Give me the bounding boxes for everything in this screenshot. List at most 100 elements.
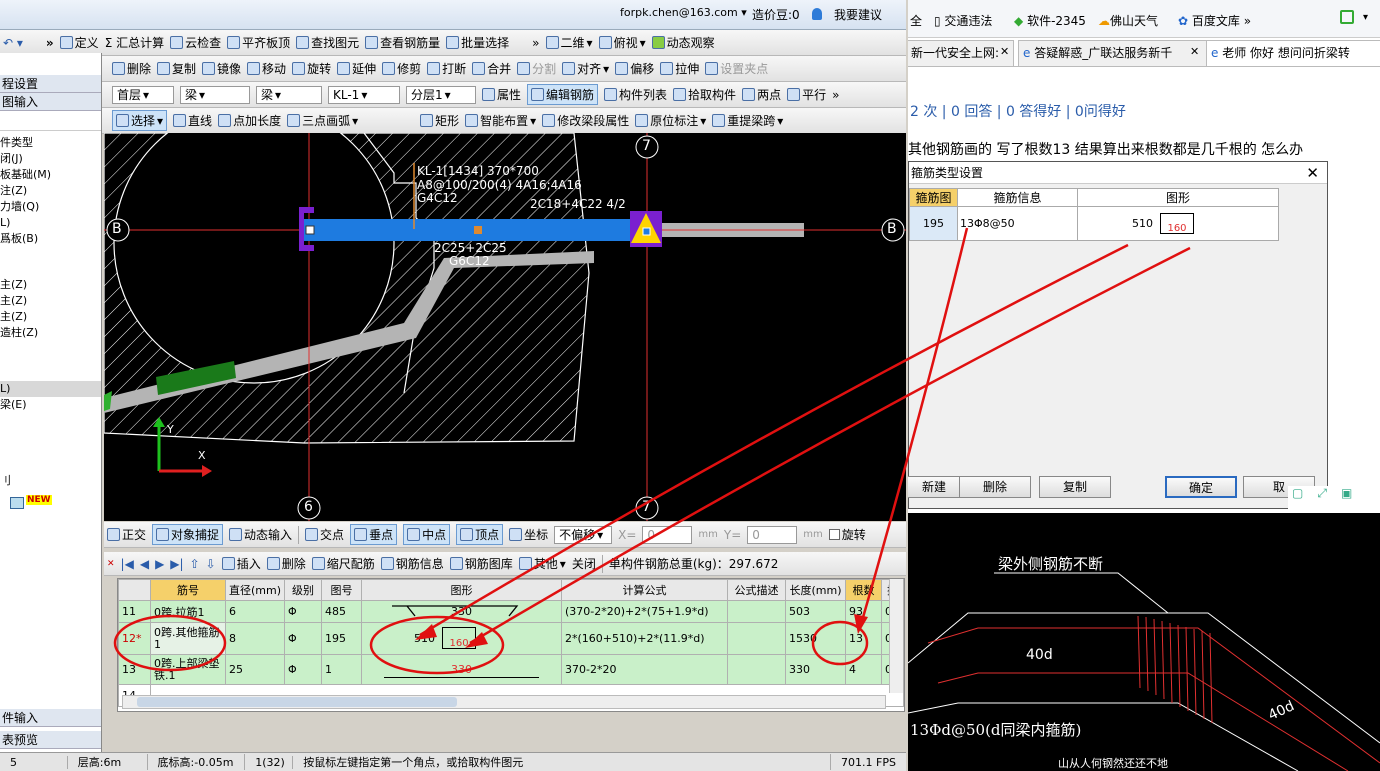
toolbar-cloud-check[interactable]: 云检查	[170, 34, 221, 51]
table-row[interactable]: 13 0跨.上部梁垫铁.1 25 Φ 1 330 370-2*20 330 4 …	[118, 654, 904, 685]
table-row-selected[interactable]: 12* 0跨.其他箍筋1 8 Φ 195 510 160 2*(160+510)…	[118, 622, 904, 655]
undo-icon[interactable]: ↶ ▾	[3, 36, 23, 50]
bookmark-traffic[interactable]: ▯ 交通违法	[934, 12, 992, 29]
browser-tab-2[interactable]: e 答疑解惑_广联达服务新千	[1018, 40, 1208, 66]
extend-button[interactable]: 延伸	[337, 60, 376, 77]
vertical-scrollbar[interactable]	[889, 579, 903, 693]
member-tree-item[interactable]: 注(Z)	[0, 183, 101, 199]
mirror-button[interactable]: 镜像	[202, 60, 241, 77]
toolbar-find[interactable]: 查找图元	[296, 34, 359, 51]
rebar-info-button[interactable]: 钢筋信息	[380, 555, 444, 572]
offset-mode-select[interactable]: 不偏移 ▾	[554, 525, 613, 544]
ortho-toggle[interactable]: 正交	[107, 526, 146, 543]
member-tree-item[interactable]: 力墙(Q)	[0, 199, 101, 215]
toolbar-summary[interactable]: Σ 汇总计算	[105, 34, 164, 51]
dynamic-input-toggle[interactable]: 动态输入	[229, 526, 292, 543]
copy-button[interactable]: 复制	[157, 60, 196, 77]
user-account[interactable]: forpk.chen@163.com ▾	[620, 6, 747, 19]
stirrup-row[interactable]: 195 13Φ8@50 510 160	[910, 207, 1278, 240]
col-header[interactable]: 长度(mm)	[785, 579, 847, 601]
member-tree-item[interactable]: 主(Z)	[0, 293, 101, 309]
nav-prev-icon[interactable]: ◀	[140, 557, 149, 571]
toolbar-view-rebar[interactable]: 查看钢筋量	[365, 34, 440, 51]
edit-rebar-button[interactable]: 编辑钢筋	[527, 84, 599, 105]
member-tree-item[interactable]: 爲板(B)	[0, 231, 101, 247]
formula-desc[interactable]	[727, 600, 787, 623]
rebar-shape[interactable]: 510 160	[361, 622, 563, 655]
rotate-button[interactable]: 旋转	[292, 60, 331, 77]
rebar-length[interactable]: 1530	[785, 622, 847, 655]
rebar-library-button[interactable]: 钢筋图库	[449, 555, 513, 572]
member-tree-item[interactable]: 闭(J)	[0, 151, 101, 167]
arc-button[interactable]: 三点画弧 ▾	[287, 112, 358, 129]
browser-tab-active[interactable]: e 老师 你好 想问问折梁转	[1206, 40, 1380, 66]
other-menu-button[interactable]: 其他 ▾	[518, 555, 566, 572]
point-length-button[interactable]: 点加长度	[218, 112, 281, 129]
nav-last-icon[interactable]: ▶|	[170, 557, 183, 571]
rebar-diameter[interactable]: 8	[224, 622, 286, 655]
copy-image-icon[interactable]: ▢	[1292, 486, 1303, 510]
bell-icon[interactable]	[812, 8, 822, 20]
toolbar-batch-select[interactable]: 批量选择	[446, 34, 509, 51]
col-header[interactable]: 箍筋信息	[958, 189, 1078, 206]
save-image-icon[interactable]: ▣	[1341, 486, 1352, 510]
two-point-button[interactable]: 两点	[742, 86, 781, 103]
table-row[interactable]: 11 0跨.拉筋1 6 Φ 485 330 (370-2*20)+2*(75+1…	[118, 600, 904, 623]
bookmark-2345[interactable]: ◆ 软件-2345	[1014, 12, 1086, 29]
col-header[interactable]: 箍筋图号	[910, 189, 958, 223]
dialog-new-button[interactable]: 新建	[908, 476, 963, 498]
menu-dropdown-icon[interactable]: ▾	[1363, 12, 1368, 23]
offset-button[interactable]: 偏移	[615, 60, 654, 77]
project-settings-header[interactable]: 程设置	[0, 75, 101, 93]
member-list-button[interactable]: 构件列表	[604, 86, 667, 103]
rebar-figure-no[interactable]: 485	[321, 600, 363, 623]
rebar-count[interactable]: 13	[845, 622, 883, 655]
fullscreen-icon[interactable]: ⤢	[1317, 486, 1327, 510]
break-button[interactable]: 打断	[427, 60, 466, 77]
y-input[interactable]: 0	[747, 525, 798, 544]
midpoint-snap[interactable]: 中点	[403, 524, 451, 545]
member-tree-item[interactable]: 件类型	[0, 135, 101, 151]
rebar-shape[interactable]: 330	[361, 654, 563, 685]
apps-icon[interactable]	[1340, 10, 1354, 24]
tab-close-icon[interactable]: ✕	[1190, 45, 1199, 58]
x-input[interactable]: 0	[642, 525, 693, 544]
member-tree-item[interactable]: 梁(E)	[0, 397, 101, 413]
member-tree-item[interactable]: 造柱(Z)	[0, 325, 101, 341]
rebar-name[interactable]: 0跨.上部梁垫铁.1	[150, 654, 226, 685]
rebar-grade[interactable]: Φ	[284, 654, 323, 685]
perpendicular-snap[interactable]: 垂点	[350, 524, 398, 545]
scale-rebar-button[interactable]: 缩尺配筋	[311, 555, 375, 572]
dynamic-view-button[interactable]: 动态观察	[651, 34, 715, 51]
align-button[interactable]: 对齐 ▾	[562, 60, 609, 77]
trim-button[interactable]: 修剪	[382, 60, 421, 77]
split-button[interactable]: 分割	[517, 60, 556, 77]
smart-layout-button[interactable]: 智能布置 ▾	[465, 112, 536, 129]
rebar-count[interactable]: 93	[845, 600, 883, 623]
col-header[interactable]: 图号	[321, 579, 363, 601]
col-header[interactable]: 公式描述	[727, 579, 787, 601]
close-panel-button[interactable]: 关闭	[572, 555, 596, 572]
rebar-name[interactable]: 0跨.拉筋1	[150, 600, 226, 623]
rebar-grade[interactable]: Φ	[284, 600, 323, 623]
intersection-snap[interactable]: 交点	[305, 526, 344, 543]
layer-select[interactable]: 分层1 ▾	[406, 85, 476, 104]
dialog-delete-button[interactable]: 删除	[959, 476, 1031, 498]
view-direction-select[interactable]: 俯视 ▾	[598, 34, 646, 51]
toolbar-align-top[interactable]: 平齐板顶	[227, 34, 290, 51]
rebar-diameter[interactable]: 25	[224, 654, 286, 685]
tab-close-icon[interactable]: ✕	[1000, 45, 1009, 58]
member-tree-item[interactable]: 主(Z)	[0, 277, 101, 293]
col-header[interactable]: 图形	[361, 579, 563, 601]
member-tree-item[interactable]: L)	[0, 381, 101, 397]
rebar-formula[interactable]: 370-2*20	[561, 654, 729, 685]
move-down-icon[interactable]: ⇩	[206, 557, 216, 571]
pick-member-button[interactable]: 拾取构件	[673, 86, 736, 103]
coordinate-snap[interactable]: 坐标	[509, 526, 548, 543]
bookmark-item[interactable]: 全	[910, 12, 922, 29]
rect-button[interactable]: 矩形	[420, 112, 459, 129]
member-select[interactable]: KL-1 ▾	[328, 85, 400, 104]
delete-button[interactable]: 删除	[112, 60, 151, 77]
merge-button[interactable]: 合并	[472, 60, 511, 77]
parallel-button[interactable]: 平行	[787, 86, 826, 103]
